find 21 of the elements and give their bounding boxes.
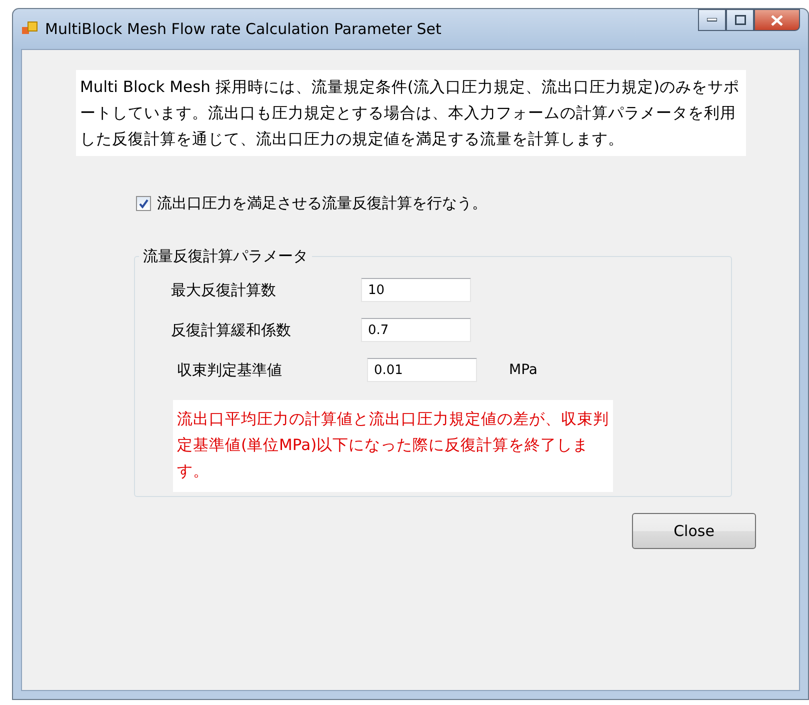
minimize-icon	[707, 18, 717, 22]
maximize-icon	[734, 15, 746, 25]
checkbox[interactable]	[136, 196, 151, 211]
app-icon	[21, 21, 39, 37]
close-button[interactable]	[754, 9, 800, 31]
description-text: Multi Block Mesh 採用時には、流量規定条件(流入口圧力規定、流出口圧力規定)のみをサポートしています。流出口も圧力規定とする場合は、本入力フォームの計算パラメータを利用した反復計算を通じて、流出口圧力の規定値を満足する流量を計算します。	[76, 70, 746, 156]
field-label: 収束判定基準値	[176, 360, 283, 380]
minimize-button[interactable]	[698, 9, 726, 31]
close-button[interactable]: Close	[632, 513, 756, 549]
input-field[interactable]: 10	[361, 278, 471, 302]
input-field[interactable]: 0.7	[361, 318, 471, 342]
checkbox-label[interactable]: 流出口圧力を満足させる流量反復計算を行なう。	[157, 194, 487, 213]
field-label: 反復計算緩和係数	[171, 320, 292, 340]
group-title: 流量反復計算パラメータ	[142, 247, 309, 266]
close-icon	[771, 14, 783, 26]
field-label: 最大反復計算数	[171, 280, 277, 300]
note-text: 流出口平均圧力の計算値と流出口圧力規定値の差が、収束判定基準値(単位MPa)以下になった際に反復計算を終了します。	[173, 400, 613, 492]
window-title: MultiBlock Mesh Flow rate Calculation Parameter Set	[45, 20, 442, 38]
input-field[interactable]: 0.01	[367, 358, 477, 382]
unit-label: MPa	[509, 362, 538, 378]
maximize-button[interactable]	[726, 9, 754, 31]
